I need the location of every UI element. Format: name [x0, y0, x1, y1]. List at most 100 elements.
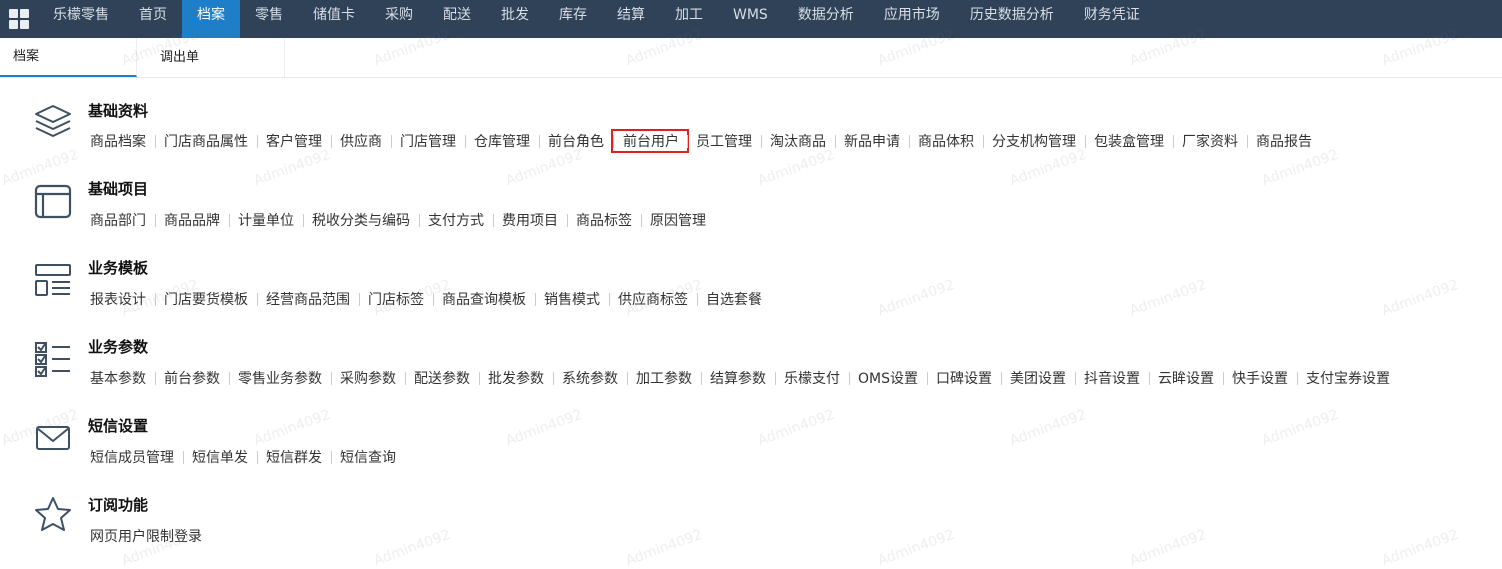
link-item[interactable]: 商品体积 [909, 131, 983, 151]
link-item[interactable]: 新品申请 [835, 131, 909, 151]
link-item[interactable]: 批发参数 [479, 368, 553, 388]
nav-item-9[interactable]: 结算 [602, 0, 660, 38]
nav-item-6[interactable]: 配送 [428, 0, 486, 38]
link-item[interactable]: 云眸设置 [1149, 368, 1223, 388]
watermark-text: Admin4092 [1127, 526, 1209, 569]
link-item[interactable]: 商品查询模板 [433, 289, 535, 309]
link-item[interactable]: 门店管理 [391, 131, 465, 151]
link-item[interactable]: 前台用户 [611, 129, 689, 153]
watermark-text: Admin4092 [1127, 276, 1209, 320]
link-item[interactable]: 美团设置 [1001, 368, 1075, 388]
link-item[interactable]: 口碑设置 [927, 368, 1001, 388]
watermark-text: Admin4092 [1259, 146, 1341, 190]
nav-item-2[interactable]: 档案 [182, 0, 240, 38]
tab-transfer-out-order[interactable]: 调出单 [137, 38, 285, 77]
nav-item-11[interactable]: WMS [718, 0, 783, 38]
nav-item-4[interactable]: 储值卡 [298, 0, 370, 38]
link-item[interactable]: 系统参数 [553, 368, 627, 388]
layers-icon [33, 102, 73, 142]
link-item[interactable]: 门店标签 [359, 289, 433, 309]
link-item[interactable]: 加工参数 [627, 368, 701, 388]
section-links: 短信成员管理 短信单发 短信群发 短信查询 [90, 447, 405, 467]
link-item[interactable]: 短信成员管理 [90, 447, 183, 467]
nav-item-8[interactable]: 库存 [544, 0, 602, 38]
link-item[interactable]: 客户管理 [257, 131, 331, 151]
watermark-text: Admin4092 [1259, 406, 1341, 450]
link-item[interactable]: 支付方式 [419, 210, 493, 230]
link-item[interactable]: OMS设置 [849, 368, 927, 388]
link-item[interactable]: 短信单发 [183, 447, 257, 467]
nav-item-7[interactable]: 批发 [486, 0, 544, 38]
watermark-text: Admin4092 [371, 526, 453, 569]
tab-archive[interactable]: 档案 [0, 38, 137, 77]
link-item[interactable]: 商品报告 [1247, 131, 1321, 151]
link-item[interactable]: 短信查询 [331, 447, 405, 467]
link-item[interactable]: 门店商品属性 [155, 131, 257, 151]
link-item[interactable]: 供应商 [331, 131, 391, 151]
link-item[interactable]: 商品标签 [567, 210, 641, 230]
link-item[interactable]: 零售业务参数 [229, 368, 331, 388]
section-links: 网页用户限制登录 [90, 526, 211, 546]
link-item[interactable]: 员工管理 [687, 131, 761, 151]
watermark-text: Admin4092 [251, 406, 333, 450]
watermark-text: Admin4092 [623, 526, 705, 569]
sub-tabs: 档案 调出单 [0, 38, 1502, 78]
watermark-text: Admin4092 [251, 146, 333, 190]
link-item[interactable]: 经营商品范围 [257, 289, 359, 309]
nav-item-3[interactable]: 零售 [240, 0, 298, 38]
link-item[interactable]: 商品部门 [90, 210, 155, 230]
star-icon [33, 495, 73, 535]
nav-item-10[interactable]: 加工 [660, 0, 718, 38]
watermark-text: Admin4092 [755, 406, 837, 450]
link-item[interactable]: 分支机构管理 [983, 131, 1085, 151]
link-item[interactable]: 采购参数 [331, 368, 405, 388]
nav-item-14[interactable]: 历史数据分析 [955, 0, 1069, 38]
link-item[interactable]: 费用项目 [493, 210, 567, 230]
section-links: 商品部门 商品品牌 计量单位 税收分类与编码 支付方式 费用项目 商品标签 原因管理 [90, 210, 715, 230]
link-item[interactable]: 乐檬支付 [775, 368, 849, 388]
watermark-text: Admin4092 [1007, 406, 1089, 450]
app-grid-icon[interactable] [0, 0, 38, 38]
template-icon [33, 260, 73, 300]
section-links: 商品档案 门店商品属性 客户管理 供应商 门店管理 仓库管理 前台角色 前台用户 员工管理 淘汰商… [90, 129, 1321, 153]
link-item[interactable]: 支付宝券设置 [1297, 368, 1399, 388]
nav-item-1[interactable]: 首页 [124, 0, 182, 38]
section-title: 业务模板 [88, 259, 149, 277]
link-item[interactable]: 短信群发 [257, 447, 331, 467]
nav-item-13[interactable]: 应用市场 [869, 0, 955, 38]
link-item[interactable]: 商品档案 [90, 131, 155, 151]
link-item[interactable]: 厂家资料 [1173, 131, 1247, 151]
link-item[interactable]: 计量单位 [229, 210, 303, 230]
nav-item-12[interactable]: 数据分析 [783, 0, 869, 38]
link-item[interactable]: 前台参数 [155, 368, 229, 388]
watermark-text: Admin4092 [1379, 526, 1461, 569]
watermark-text: Admin4092 [875, 526, 957, 569]
watermark-text: Admin4092 [755, 146, 837, 190]
link-item[interactable]: 仓库管理 [465, 131, 539, 151]
watermark-text: Admin4092 [875, 276, 957, 320]
link-item[interactable]: 门店要货模板 [155, 289, 257, 309]
link-item[interactable]: 淘汰商品 [761, 131, 835, 151]
link-item[interactable]: 前台角色 [539, 131, 613, 151]
link-item[interactable]: 税收分类与编码 [303, 210, 419, 230]
link-item[interactable]: 报表设计 [90, 289, 155, 309]
nav-item-0[interactable]: 乐檬零售 [38, 0, 124, 38]
link-item[interactable]: 自选套餐 [697, 289, 771, 309]
link-item[interactable]: 销售模式 [535, 289, 609, 309]
window-icon [33, 181, 73, 221]
top-nav-items: 乐檬零售 首页 档案 零售 储值卡 采购 配送 批发 库存 结算 加工 WMS 数据分析 应用市场 历史数据… [38, 0, 1155, 38]
link-item[interactable]: 原因管理 [641, 210, 715, 230]
link-item[interactable]: 基本参数 [90, 368, 155, 388]
link-item[interactable]: 快手设置 [1223, 368, 1297, 388]
link-item[interactable]: 抖音设置 [1075, 368, 1149, 388]
link-item[interactable]: 结算参数 [701, 368, 775, 388]
nav-item-5[interactable]: 采购 [370, 0, 428, 38]
nav-item-15[interactable]: 财务凭证 [1069, 0, 1155, 38]
top-navigation: 乐檬零售 首页 档案 零售 储值卡 采购 配送 批发 库存 结算 加工 WMS 数据分析 应用市场 历史数据… [0, 0, 1502, 38]
link-item[interactable]: 网页用户限制登录 [90, 526, 211, 546]
link-item[interactable]: 包装盒管理 [1085, 131, 1173, 151]
link-item[interactable]: 供应商标签 [609, 289, 697, 309]
link-item[interactable]: 商品品牌 [155, 210, 229, 230]
section-title: 业务参数 [88, 338, 149, 356]
link-item[interactable]: 配送参数 [405, 368, 479, 388]
